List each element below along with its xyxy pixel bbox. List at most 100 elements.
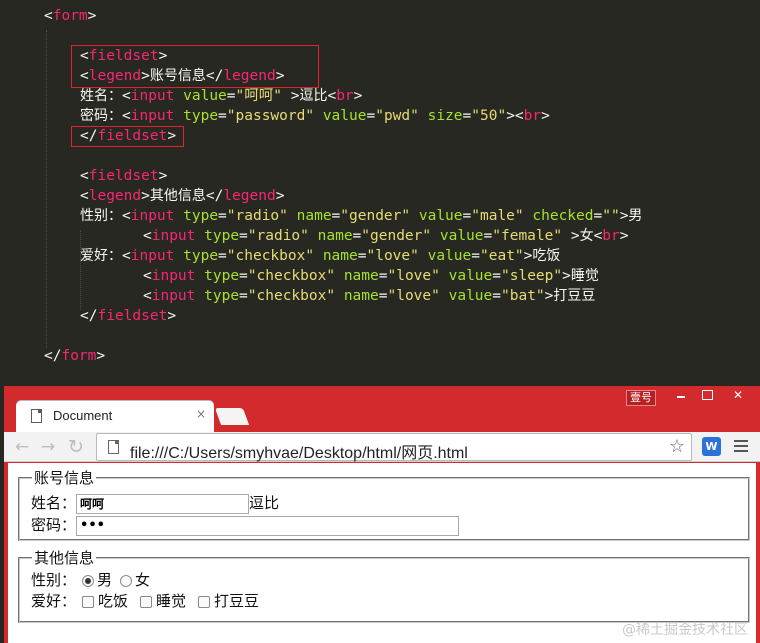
- code-token: type: [204, 288, 240, 304]
- code-line: 性别：<input type="radio" name="gender" val…: [80, 206, 642, 226]
- menu-icon[interactable]: [734, 440, 748, 452]
- code-token: type: [183, 208, 219, 224]
- code-line: <legend>其他信息</legend>: [80, 186, 284, 206]
- code-token: "gender": [361, 228, 432, 244]
- code-token: "love": [387, 288, 440, 304]
- code-token: >: [281, 88, 300, 104]
- password-row: 密码： •••: [31, 515, 460, 536]
- code-token: <: [122, 248, 131, 264]
- code-token: name: [317, 228, 353, 244]
- code-token: <: [143, 288, 152, 304]
- code-token: type: [204, 228, 240, 244]
- code-token: >: [353, 88, 363, 104]
- code-token: >: [87, 8, 97, 24]
- code-token: value: [439, 228, 484, 244]
- code-editor[interactable]: <form> <fieldset> <legend>账号信息</legend> 姓名：…: [0, 0, 760, 390]
- code-token: =: [218, 108, 227, 124]
- code-token: <: [143, 228, 152, 244]
- checkbox-bat[interactable]: [198, 595, 211, 608]
- code-token: =: [593, 208, 603, 224]
- code-token: 逗比: [299, 88, 328, 104]
- code-token: 女: [579, 228, 594, 244]
- code-token: >: [562, 268, 571, 284]
- code-line: 爱好：<input type="checkbox" name="love" va…: [80, 246, 560, 266]
- back-arrow-icon[interactable]: ←: [12, 437, 32, 457]
- hobby-eat-label: 吃饭: [98, 592, 129, 610]
- female-label: 女: [135, 571, 151, 589]
- radio-male[interactable]: [82, 574, 95, 587]
- code-token: legend: [223, 188, 276, 204]
- password-input[interactable]: •••: [76, 515, 460, 536]
- code-token: name: [343, 288, 379, 304]
- hobby-bat-label: 打豆豆: [214, 592, 260, 610]
- code-token: type: [183, 108, 219, 124]
- code-token: =: [239, 228, 248, 244]
- code-token: <: [122, 108, 131, 124]
- code-token: <: [122, 208, 131, 224]
- checkbox-eat[interactable]: [82, 595, 95, 608]
- code-line: <fieldset>: [80, 166, 167, 186]
- tab-title: Document: [53, 408, 113, 423]
- bookmark-star-icon[interactable]: ☆: [669, 436, 685, 457]
- forward-arrow-icon[interactable]: →: [38, 437, 58, 457]
- extension-icon[interactable]: W: [702, 437, 721, 456]
- code-token: =: [352, 228, 362, 244]
- tab-document[interactable]: Document ×: [16, 401, 214, 432]
- code-token: =: [483, 228, 493, 244]
- code-token: =: [218, 208, 227, 224]
- reload-icon[interactable]: ↻: [66, 437, 86, 457]
- minimize-icon[interactable]: [668, 386, 694, 404]
- code-token: form: [52, 8, 88, 24]
- code-token: >: [141, 188, 150, 204]
- close-tab-icon[interactable]: ×: [196, 407, 206, 421]
- code-token: =: [226, 88, 236, 104]
- code-token: >: [619, 228, 629, 244]
- code-token: type: [204, 268, 240, 284]
- code-token: name: [322, 248, 358, 264]
- url-text[interactable]: file:///C:/Users/smyhvae/Desktop/html/网页…: [130, 439, 468, 463]
- code-line: </fieldset>: [80, 306, 176, 326]
- code-token: "checkbox": [247, 288, 336, 304]
- code-line: 姓名：<input value="呵呵" >逗比<br>: [80, 86, 362, 106]
- code-token: br: [336, 88, 354, 104]
- code-token: "checkbox": [226, 248, 315, 264]
- indent-guide: [46, 30, 47, 348]
- code-token: 密码：: [80, 108, 122, 124]
- code-token: =: [492, 288, 501, 304]
- code-token: 打豆豆: [553, 288, 596, 304]
- code-token: <: [80, 188, 89, 204]
- gender-label: 性别：: [31, 571, 77, 589]
- user-profile-button[interactable]: 壹号: [626, 390, 656, 406]
- name-input[interactable]: 呵呵: [76, 493, 250, 514]
- highlight-box-fieldset-open: [71, 45, 319, 88]
- code-token: "female": [492, 228, 563, 244]
- code-token: </: [44, 348, 62, 364]
- code-token: 睡觉: [570, 268, 599, 284]
- maximize-icon[interactable]: [694, 386, 720, 404]
- code-token: legend: [88, 188, 142, 204]
- code-token: fieldset: [97, 308, 168, 324]
- code-token: </: [205, 188, 224, 204]
- code-token: value: [183, 88, 227, 104]
- new-tab-button[interactable]: [214, 408, 250, 425]
- code-token: 男: [628, 208, 643, 224]
- page-icon: [31, 409, 42, 423]
- code-token: =: [462, 208, 472, 224]
- page-icon: [108, 440, 119, 454]
- checkbox-sleep[interactable]: [140, 595, 153, 608]
- radio-female[interactable]: [120, 574, 133, 587]
- close-window-icon[interactable]: ✕: [720, 386, 756, 404]
- code-token: >: [167, 308, 177, 324]
- legend-account: 账号信息: [34, 469, 95, 487]
- highlight-box-fieldset-close: [71, 126, 184, 147]
- address-bar[interactable]: file:///C:/Users/smyhvae/Desktop/html/网页…: [96, 433, 692, 463]
